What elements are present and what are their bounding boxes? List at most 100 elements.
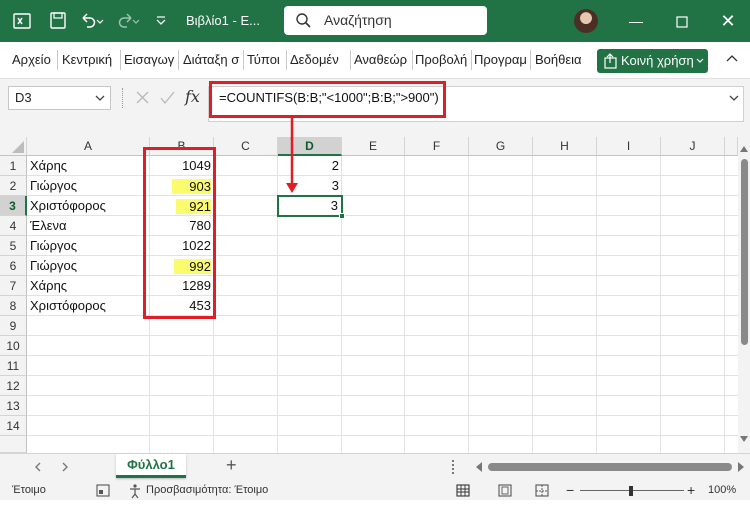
vertical-scrollbar-thumb[interactable] (741, 159, 748, 345)
cell-a3[interactable]: Χριστόφορος (30, 196, 106, 216)
normal-view-icon[interactable] (456, 481, 470, 507)
row-header (0, 436, 27, 453)
cell-d3-value: 3 (330, 198, 338, 213)
cell-a5[interactable]: Γιώργος (30, 236, 77, 256)
fill-handle[interactable] (339, 213, 345, 219)
cell-b6[interactable]: 992 (174, 259, 211, 274)
zoom-slider-thumb[interactable] (629, 486, 633, 496)
column-header[interactable]: E (342, 137, 405, 156)
column-header (725, 137, 738, 156)
cell-b1[interactable]: 1049 (150, 156, 211, 176)
cell-a1[interactable]: Χάρης (30, 156, 67, 176)
title-bar: Βιβλίο1 - E... Αναζήτηση — ✕ (0, 0, 750, 42)
zoom-in-button[interactable]: + (687, 481, 695, 500)
row-header[interactable]: 4 (0, 216, 27, 236)
name-box[interactable]: D3 (8, 86, 111, 110)
row-header[interactable]: 9 (0, 316, 27, 336)
cell-a4[interactable]: Έλενα (30, 216, 67, 236)
share-icon (603, 49, 619, 81)
insert-function-icon[interactable]: fx (185, 87, 200, 106)
sheet-tab-active[interactable]: Φύλλο1 (116, 454, 186, 478)
redo-icon[interactable] (114, 0, 140, 42)
tab-insert[interactable]: Εισαγωγ (124, 50, 176, 70)
select-all-corner[interactable] (0, 137, 27, 156)
tab-page-layout[interactable]: Διάταξη σ (183, 50, 241, 70)
undo-icon[interactable] (78, 0, 104, 42)
search-box[interactable]: Αναζήτηση (284, 6, 487, 35)
enter-icon[interactable] (158, 88, 176, 108)
cell-a2[interactable]: Γιώργος (30, 176, 77, 196)
vscroll-up-icon[interactable] (738, 143, 750, 155)
column-header[interactable]: C (214, 137, 278, 156)
tab-help[interactable]: Βοήθεια (535, 50, 587, 70)
zoom-out-button[interactable]: − (566, 481, 574, 500)
cell-b7[interactable]: 1289 (150, 276, 211, 296)
formula-bar-area: D3 fx =COUNTIFS(B:B;"<1000";B:B;">900") (0, 79, 750, 137)
tab-view[interactable]: Προβολή (415, 50, 469, 70)
vertical-scrollbar-track[interactable] (738, 137, 750, 453)
tab-formulas[interactable]: Τύποι (247, 50, 283, 70)
scroll-left-icon[interactable] (31, 460, 45, 477)
row-header[interactable]: 11 (0, 356, 27, 376)
spreadsheet-grid[interactable]: A B C D E F G H I J 1 2 3 4 5 6 7 8 9 10… (0, 137, 750, 453)
vscroll-down-icon[interactable] (738, 433, 750, 445)
zoom-level[interactable]: 100% (708, 481, 736, 500)
close-icon[interactable]: ✕ (705, 0, 750, 42)
share-button[interactable]: Κοινή χρήση (597, 49, 708, 73)
cancel-icon[interactable] (134, 88, 152, 108)
row-header[interactable]: 8 (0, 296, 27, 316)
user-avatar[interactable] (574, 9, 598, 33)
tab-review[interactable]: Αναθεώρ (354, 50, 410, 70)
hscroll-right-icon[interactable] (736, 461, 746, 476)
row-header[interactable]: 14 (0, 416, 27, 436)
column-header[interactable]: G (469, 137, 533, 156)
chevron-down-icon (94, 87, 106, 112)
cell-b8[interactable]: 453 (150, 296, 211, 316)
selected-cell-d3[interactable]: 3 (277, 195, 345, 219)
column-header[interactable]: B (150, 137, 214, 156)
tab-split-handle[interactable] (452, 460, 455, 474)
column-header[interactable]: A (27, 137, 150, 156)
expand-formula-icon[interactable] (727, 91, 741, 108)
page-layout-view-icon[interactable] (498, 481, 512, 507)
customize-toolbar-icon[interactable] (151, 0, 171, 42)
cell-b2[interactable]: 903 (172, 179, 211, 194)
page-break-view-icon[interactable] (535, 481, 549, 507)
cell-a6[interactable]: Γιώργος (30, 256, 77, 276)
scroll-right-icon[interactable] (58, 460, 72, 477)
column-header[interactable]: H (533, 137, 597, 156)
cell-a8[interactable]: Χριστόφορος (30, 296, 106, 316)
accessibility-status[interactable]: Προσβασιμότητα: Έτοιμο (146, 481, 268, 500)
row-header[interactable]: 13 (0, 396, 27, 416)
row-header[interactable]: 10 (0, 336, 27, 356)
row-header[interactable]: 5 (0, 236, 27, 256)
row-header[interactable]: 3 (0, 196, 27, 216)
chevron-up-icon[interactable] (722, 48, 742, 68)
formula-input[interactable]: =COUNTIFS(B:B;"<1000";B:B;">900") (208, 86, 744, 122)
hscroll-left-icon[interactable] (474, 461, 484, 476)
tab-home[interactable]: Κεντρική (62, 50, 118, 70)
row-header[interactable]: 7 (0, 276, 27, 296)
row-header[interactable]: 1 (0, 156, 27, 176)
tab-file[interactable]: Αρχείο (12, 50, 54, 70)
row-header[interactable]: 12 (0, 376, 27, 396)
row-header[interactable]: 2 (0, 176, 27, 196)
tab-developer[interactable]: Προγραμ (474, 50, 528, 70)
minimize-icon[interactable]: — (613, 0, 659, 42)
column-header[interactable]: F (405, 137, 469, 156)
row-header[interactable]: 6 (0, 256, 27, 276)
cell-a7[interactable]: Χάρης (30, 276, 67, 296)
column-header[interactable]: I (597, 137, 661, 156)
cell-b3[interactable]: 921 (176, 199, 211, 214)
tab-data[interactable]: Δεδομέν (290, 50, 348, 70)
save-icon[interactable] (48, 0, 68, 42)
restore-icon[interactable] (659, 0, 705, 42)
add-sheet-button[interactable]: + (226, 455, 237, 476)
column-header[interactable]: J (661, 137, 725, 156)
cell-b4[interactable]: 780 (150, 216, 211, 236)
divider (122, 88, 124, 108)
cell-b5[interactable]: 1022 (150, 236, 211, 256)
accessibility-icon[interactable] (128, 481, 142, 507)
macro-record-icon[interactable] (96, 481, 110, 507)
horizontal-scrollbar[interactable] (488, 463, 732, 471)
